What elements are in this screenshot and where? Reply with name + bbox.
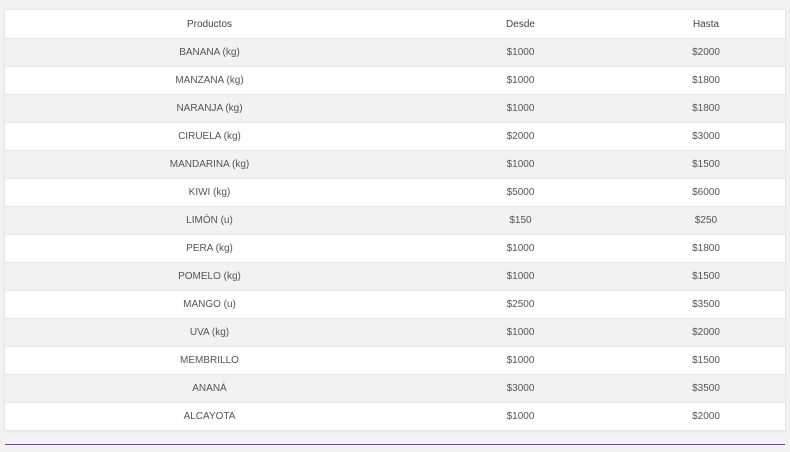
price-to-cell: $2000 [627,38,785,67]
product-cell: BANANA (kg) [5,38,414,67]
table-header: Productos Desde Hasta [5,10,785,39]
accent-divider [5,444,785,445]
product-cell: UVA (kg) [5,318,414,347]
price-to-cell: $6000 [627,178,785,207]
price-from-cell: $1000 [414,150,627,179]
price-table-container: Productos Desde Hasta BANANA (kg) $1000 $2… [5,10,785,431]
product-cell: MANZANA (kg) [5,66,414,95]
price-list-page: Productos Desde Hasta BANANA (kg) $1000 $2… [0,0,790,452]
price-from-cell: $5000 [414,178,627,207]
header-products: Productos [5,10,414,39]
price-from-cell: $150 [414,206,627,235]
price-to-cell: $1500 [627,150,785,179]
product-cell: ANANÁ [5,374,414,403]
price-from-cell: $3000 [414,374,627,403]
table-body: BANANA (kg) $1000 $2000 MANZANA (kg) $1000 $1… [5,38,785,431]
price-to-cell: $2000 [627,402,785,431]
price-to-cell: $250 [627,206,785,235]
table-row: CIRUELA (kg) $2000 $3000 [5,122,785,151]
table-row: PERA (kg) $1000 $1800 [5,234,785,263]
price-to-cell: $3000 [627,122,785,151]
price-from-cell: $2000 [414,122,627,151]
price-to-cell: $1500 [627,346,785,375]
price-from-cell: $1000 [414,318,627,347]
price-from-cell: $1000 [414,402,627,431]
product-cell: NARANJA (kg) [5,94,414,123]
product-cell: MANDARINA (kg) [5,150,414,179]
price-to-cell: $3500 [627,374,785,403]
price-from-cell: $2500 [414,290,627,319]
price-to-cell: $1800 [627,66,785,95]
header-to: Hasta [627,10,785,39]
price-to-cell: $1800 [627,234,785,263]
price-from-cell: $1000 [414,94,627,123]
price-to-cell: $1500 [627,262,785,291]
header-from: Desde [414,10,627,39]
table-row: ANANÁ $3000 $3500 [5,374,785,403]
table-row: MANZANA (kg) $1000 $1800 [5,66,785,95]
table-row: BANANA (kg) $1000 $2000 [5,38,785,67]
table-row: MANGO (u) $2500 $3500 [5,290,785,319]
table-row: MANDARINA (kg) $1000 $1500 [5,150,785,179]
price-from-cell: $1000 [414,346,627,375]
product-cell: POMELO (kg) [5,262,414,291]
price-to-cell: $1800 [627,94,785,123]
table-row: KIWI (kg) $5000 $6000 [5,178,785,207]
product-cell: MEMBRILLO [5,346,414,375]
price-to-cell: $2000 [627,318,785,347]
product-cell: KIWI (kg) [5,178,414,207]
price-from-cell: $1000 [414,234,627,263]
table-row: MEMBRILLO $1000 $1500 [5,346,785,375]
table-row: POMELO (kg) $1000 $1500 [5,262,785,291]
product-cell: PERA (kg) [5,234,414,263]
product-cell: LIMÓN (u) [5,206,414,235]
price-from-cell: $1000 [414,38,627,67]
table-row: UVA (kg) $1000 $2000 [5,318,785,347]
product-cell: ALCAYOTA [5,402,414,431]
price-to-cell: $3500 [627,290,785,319]
price-from-cell: $1000 [414,66,627,95]
table-row: LIMÓN (u) $150 $250 [5,206,785,235]
product-cell: CIRUELA (kg) [5,122,414,151]
table-row: ALCAYOTA $1000 $2000 [5,402,785,431]
price-from-cell: $1000 [414,262,627,291]
price-table: Productos Desde Hasta BANANA (kg) $1000 $2… [5,10,785,431]
product-cell: MANGO (u) [5,290,414,319]
header-row: Productos Desde Hasta [5,10,785,39]
table-row: NARANJA (kg) $1000 $1800 [5,94,785,123]
